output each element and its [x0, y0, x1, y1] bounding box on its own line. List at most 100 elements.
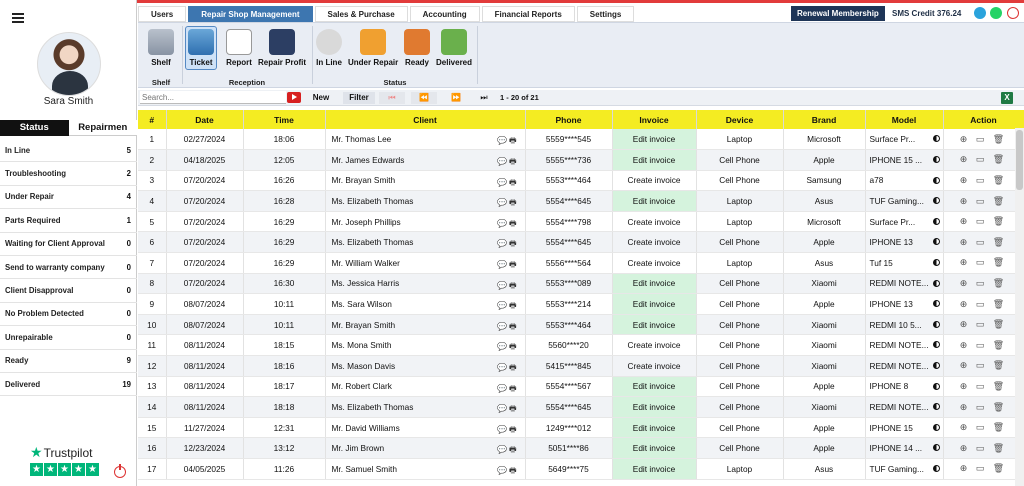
table-row[interactable]: 16 12/23/2024 13:12 Mr. Jim Brown 💬🖶 5051****… [138, 437, 1024, 459]
status-item[interactable]: Unrepairable 0 [0, 326, 137, 350]
row-actions[interactable]: ⊕ ▭ 🗑 [943, 149, 1024, 171]
invoice-link[interactable]: Create invoice [612, 211, 697, 233]
message-print-icons[interactable]: 💬🖶 [497, 177, 519, 190]
repair-profit-button[interactable]: Repair Profit [258, 29, 306, 67]
logout-icon[interactable] [1007, 7, 1019, 19]
trustpilot-badge[interactable]: ★ Trustpilot ★ ★ ★ ★ ★ [30, 444, 100, 476]
shelf-button[interactable]: Shelf [148, 29, 174, 67]
status-item[interactable]: Waiting for Client Approval 0 [0, 233, 137, 256]
invoice-link[interactable]: Create invoice [612, 334, 697, 357]
table-row[interactable]: 9 08/07/2024 10:11 Ms. Sara Wilson 💬🖶 5553***… [138, 293, 1024, 315]
message-print-icons[interactable]: 💬🖶 [497, 465, 519, 478]
table-row[interactable]: 6 07/20/2024 16:29 Ms. Elizabeth Thomas 💬🖶 55… [138, 231, 1024, 254]
report-button[interactable]: Report [226, 29, 252, 67]
table-row[interactable]: 8 07/20/2024 16:30 Ms. Jessica Harris 💬🖶 5553… [138, 273, 1024, 295]
message-print-icons[interactable]: 💬🖶 [497, 444, 519, 457]
row-actions[interactable]: ⊕ ▭ 🗑 [943, 355, 1024, 377]
message-print-icons[interactable]: 💬🖶 [497, 362, 519, 375]
row-actions[interactable]: ⊕ ▭ 🗑 [943, 190, 1024, 212]
ready-button[interactable]: Ready [404, 29, 430, 67]
table-row[interactable]: 1 02/27/2024 18:06 Mr. Thomas Lee 💬🖶 5559****… [138, 129, 1024, 151]
delivered-button[interactable]: Delivered [436, 29, 472, 67]
row-actions[interactable]: ⊕ ▭ 🗑 [943, 376, 1024, 398]
invoice-link[interactable]: Create invoice [612, 252, 697, 274]
table-row[interactable]: 2 04/18/2025 12:05 Mr. James Edwards 💬🖶 5555*… [138, 149, 1024, 171]
table-row[interactable]: 3 07/20/2024 16:26 Mr. Brayan Smith 💬🖶 5553**… [138, 170, 1024, 192]
invoice-link[interactable]: Create invoice [612, 170, 697, 192]
row-actions[interactable]: ⊕ ▭ 🗑 [943, 334, 1024, 357]
message-print-icons[interactable]: 💬🖶 [497, 238, 519, 251]
message-print-icons[interactable]: 💬🖶 [497, 424, 519, 437]
table-row[interactable]: 14 08/11/2024 18:18 Ms. Elizabeth Thomas 💬🖶 5… [138, 396, 1024, 418]
next-page-button[interactable]: ⏩ [443, 92, 469, 104]
invoice-link[interactable]: Create invoice [612, 231, 697, 254]
video-help-icon[interactable] [287, 92, 301, 103]
message-print-icons[interactable]: 💬🖶 [497, 259, 519, 272]
invoice-link[interactable]: Edit invoice [612, 293, 697, 315]
invoice-link[interactable]: Edit invoice [612, 190, 697, 212]
row-actions[interactable]: ⊕ ▭ 🗑 [943, 293, 1024, 315]
invoice-link[interactable]: Edit invoice [612, 458, 697, 480]
ticket-button[interactable]: Ticket [185, 26, 217, 70]
column-header[interactable]: # [138, 110, 167, 129]
invoice-link[interactable]: Edit invoice [612, 273, 697, 295]
row-actions[interactable]: ⊕ ▭ 🗑 [943, 458, 1024, 480]
tab-repairmen[interactable]: Repairmen [68, 120, 137, 136]
status-item[interactable]: No Problem Detected 0 [0, 303, 137, 327]
status-item[interactable]: Troubleshooting 2 [0, 162, 137, 186]
vertical-scrollbar[interactable] [1015, 128, 1024, 486]
invoice-link[interactable]: Edit invoice [612, 376, 697, 398]
row-actions[interactable]: ⊕ ▭ 🗑 [943, 417, 1024, 439]
message-print-icons[interactable]: 💬🖶 [497, 156, 519, 169]
power-icon[interactable] [114, 464, 126, 478]
status-item[interactable]: Ready 9 [0, 350, 137, 373]
table-row[interactable]: 11 08/11/2024 18:15 Ms. Mona Smith 💬🖶 5560***… [138, 334, 1024, 357]
status-item[interactable]: In Line 5 [0, 139, 137, 163]
last-page-button[interactable]: ⏭ [471, 92, 497, 104]
column-header[interactable]: Model [865, 110, 944, 129]
status-item[interactable]: Parts Required 1 [0, 209, 137, 233]
status-item[interactable]: Client Disapproval 0 [0, 279, 137, 303]
status-item[interactable]: Delivered 19 [0, 373, 137, 397]
column-header[interactable]: Client [325, 110, 526, 129]
message-print-icons[interactable]: 💬🖶 [497, 341, 519, 354]
search-input[interactable] [140, 91, 286, 104]
in-line-button[interactable]: In Line [316, 29, 342, 67]
row-actions[interactable]: ⊕ ▭ 🗑 [943, 273, 1024, 295]
row-actions[interactable]: ⊕ ▭ 🗑 [943, 170, 1024, 192]
table-row[interactable]: 7 07/20/2024 16:29 Mr. William Walker 💬🖶 5556… [138, 252, 1024, 274]
row-actions[interactable]: ⊕ ▭ 🗑 [943, 252, 1024, 274]
message-print-icons[interactable]: 💬🖶 [497, 218, 519, 231]
filter-button[interactable]: Filter [343, 92, 375, 104]
invoice-link[interactable]: Edit invoice [612, 396, 697, 418]
whatsapp-icon[interactable] [990, 7, 1002, 19]
under-repair-button[interactable]: Under Repair [348, 29, 398, 67]
message-print-icons[interactable]: 💬🖶 [497, 321, 519, 334]
column-header[interactable]: Brand [783, 110, 866, 129]
telegram-icon[interactable] [974, 7, 986, 19]
table-row[interactable]: 10 08/07/2024 10:11 Mr. Brayan Smith 💬🖶 5553*… [138, 314, 1024, 336]
row-actions[interactable]: ⊕ ▭ 🗑 [943, 314, 1024, 336]
invoice-link[interactable]: Edit invoice [612, 314, 697, 336]
message-print-icons[interactable]: 💬🖶 [497, 197, 519, 210]
column-header[interactable]: Device [696, 110, 784, 129]
table-row[interactable]: 5 07/20/2024 16:29 Mr. Joseph Phillips 💬🖶 555… [138, 211, 1024, 233]
invoice-link[interactable]: Edit invoice [612, 437, 697, 459]
status-item[interactable]: Send to warranty company 0 [0, 256, 137, 280]
column-header[interactable]: Phone [525, 110, 613, 129]
table-row[interactable]: 13 08/11/2024 18:17 Mr. Robert Clark 💬🖶 5554*… [138, 376, 1024, 398]
nav-tab-repair-shop[interactable]: Repair Shop Management [188, 6, 313, 22]
invoice-link[interactable]: Edit invoice [612, 417, 697, 439]
row-actions[interactable]: ⊕ ▭ 🗑 [943, 437, 1024, 459]
nav-tab-financial-reports[interactable]: Financial Reports [481, 6, 575, 22]
table-row[interactable]: 15 11/27/2024 12:31 Mr. David Williams 💬🖶 124… [138, 417, 1024, 439]
message-print-icons[interactable]: 💬🖶 [497, 135, 519, 149]
table-row[interactable]: 4 07/20/2024 16:28 Ms. Elizabeth Thomas 💬🖶 55… [138, 190, 1024, 212]
nav-tab-sales[interactable]: Sales & Purchase [314, 6, 408, 22]
table-row[interactable]: 12 08/11/2024 18:16 Ms. Mason Davis 💬🖶 5415**… [138, 355, 1024, 377]
new-button[interactable]: New [310, 92, 332, 104]
status-item[interactable]: Under Repair 4 [0, 186, 137, 210]
message-print-icons[interactable]: 💬🖶 [497, 383, 519, 396]
row-actions[interactable]: ⊕ ▭ 🗑 [943, 396, 1024, 418]
message-print-icons[interactable]: 💬🖶 [497, 280, 519, 293]
